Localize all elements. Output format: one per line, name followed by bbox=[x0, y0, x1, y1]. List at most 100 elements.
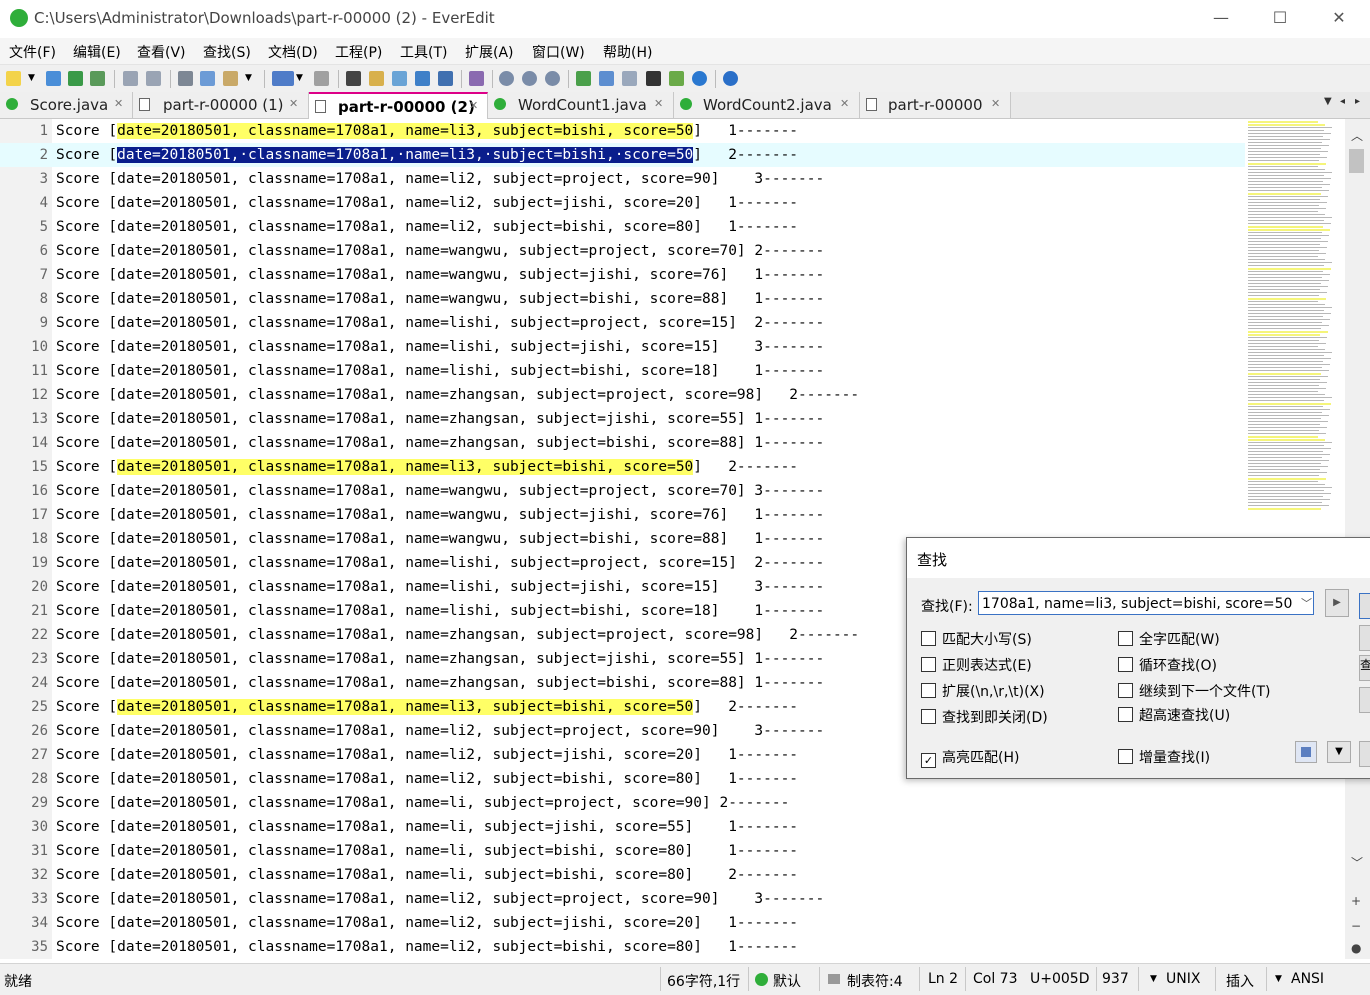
cut-icon[interactable] bbox=[178, 71, 193, 86]
wrap-icon[interactable] bbox=[272, 71, 294, 86]
undo-icon[interactable] bbox=[123, 71, 138, 86]
editor-line[interactable]: 13 Score [date=20180501, classname=1708a1… bbox=[0, 407, 1245, 431]
menu-edit[interactable]: 编辑(E) bbox=[73, 42, 121, 62]
zoom-in-icon[interactable]: + bbox=[1351, 894, 1361, 908]
redo-icon[interactable] bbox=[146, 71, 161, 86]
editor-line[interactable]: 2 Score [date=20180501,·classname=1708a1,… bbox=[0, 143, 1245, 167]
checkbox[interactable] bbox=[1118, 657, 1133, 672]
find-options-arrow-icon[interactable]: ▶ bbox=[1325, 589, 1349, 617]
checkbox[interactable] bbox=[1118, 749, 1133, 764]
editor-line[interactable]: 1 Score [date=20180501, classname=1708a1,… bbox=[0, 119, 1245, 143]
find-in-files-icon[interactable] bbox=[392, 71, 407, 86]
option-ultra-fast[interactable]: 超高速查找(U) bbox=[1118, 705, 1230, 725]
mark-icon[interactable] bbox=[1295, 741, 1317, 763]
mark-dropdown-icon[interactable]: ▼ bbox=[1327, 741, 1351, 763]
status-tab-size[interactable]: 制表符:4 bbox=[847, 971, 903, 991]
editor-line[interactable]: 31 Score [date=20180501, classname=1708a1… bbox=[0, 839, 1245, 863]
new-file-icon[interactable] bbox=[6, 71, 21, 86]
editor-line[interactable]: 17 Score [date=20180501, classname=1708a1… bbox=[0, 503, 1245, 527]
replace-icon[interactable] bbox=[369, 71, 384, 86]
menu-document[interactable]: 文档(D) bbox=[268, 42, 318, 62]
wrap-dropdown-icon[interactable]: ▼ bbox=[296, 73, 311, 88]
option-extended[interactable]: 扩展(\n,\r,\t)(X) bbox=[921, 681, 1045, 701]
checkbox[interactable] bbox=[921, 657, 936, 672]
tab-score-java[interactable]: Score.java ✕ bbox=[0, 92, 133, 118]
editor-line[interactable]: 29 Score [date=20180501, classname=1708a1… bbox=[0, 791, 1245, 815]
bookmark-icon[interactable] bbox=[415, 71, 430, 86]
tab-part-r-00000[interactable]: part-r-00000 ✕ bbox=[860, 92, 1011, 118]
checkbox[interactable] bbox=[1118, 631, 1133, 646]
option-highlight-matches[interactable]: ✓ 高亮匹配(H) bbox=[921, 747, 1019, 768]
checkbox[interactable] bbox=[921, 709, 936, 724]
editor-line[interactable]: 4 Score [date=20180501, classname=1708a1,… bbox=[0, 191, 1245, 215]
open-file-icon[interactable] bbox=[46, 71, 61, 86]
panel-icon[interactable] bbox=[599, 71, 614, 86]
tab-close-icon[interactable]: ✕ bbox=[840, 97, 849, 110]
eol-dropdown-icon[interactable]: ▼ bbox=[1150, 974, 1157, 984]
help-icon[interactable] bbox=[723, 71, 738, 86]
document-map-icon[interactable] bbox=[314, 71, 329, 86]
record-icon[interactable] bbox=[499, 71, 514, 86]
zoom-out-icon[interactable]: − bbox=[1351, 919, 1361, 933]
tab-wordcount1-java[interactable]: WordCount1.java ✕ bbox=[488, 92, 674, 118]
macro-icon[interactable] bbox=[469, 71, 484, 86]
status-insert-mode[interactable]: 插入 bbox=[1226, 971, 1254, 991]
find-next-button[interactable] bbox=[1359, 593, 1370, 619]
find-input[interactable]: 1708a1, name=li3, subject=bishi, score=5… bbox=[978, 591, 1314, 615]
close-button[interactable]: ✕ bbox=[1316, 4, 1362, 32]
find-prev-button[interactable] bbox=[1359, 625, 1370, 651]
option-regex[interactable]: 正则表达式(E) bbox=[921, 655, 1032, 675]
editor-line[interactable]: 12 Score [date=20180501, classname=1708a1… bbox=[0, 383, 1245, 407]
menu-project[interactable]: 工程(P) bbox=[335, 42, 382, 62]
paste-icon[interactable] bbox=[223, 71, 238, 86]
menu-help[interactable]: 帮助(H) bbox=[603, 42, 652, 62]
tab-close-icon[interactable]: ✕ bbox=[289, 97, 298, 110]
editor-line[interactable]: 8 Score [date=20180501, classname=1708a1,… bbox=[0, 287, 1245, 311]
tab-close-icon[interactable]: ✕ bbox=[469, 99, 478, 112]
checkbox[interactable] bbox=[921, 683, 936, 698]
editor-line[interactable]: 3 Score [date=20180501, classname=1708a1,… bbox=[0, 167, 1245, 191]
editor-line[interactable]: 34 Score [date=20180501, classname=1708a1… bbox=[0, 911, 1245, 935]
option-match-case[interactable]: 匹配大小写(S) bbox=[921, 629, 1032, 649]
maximize-button[interactable]: ☐ bbox=[1257, 4, 1303, 32]
goto-icon[interactable] bbox=[438, 71, 453, 86]
editor-line[interactable]: 16 Score [date=20180501, classname=1708a1… bbox=[0, 479, 1245, 503]
tree-icon[interactable] bbox=[576, 71, 591, 86]
find-all-button[interactable]: 查 bbox=[1359, 655, 1370, 681]
editor-line[interactable]: 11 Score [date=20180501, classname=1708a1… bbox=[0, 359, 1245, 383]
grid-icon[interactable] bbox=[669, 71, 684, 86]
console-icon[interactable] bbox=[646, 71, 661, 86]
option-whole-word[interactable]: 全字匹配(W) bbox=[1118, 629, 1220, 649]
find-icon[interactable] bbox=[346, 71, 361, 86]
editor-line[interactable]: 30 Score [date=20180501, classname=1708a1… bbox=[0, 815, 1245, 839]
tab-wordcount2-java[interactable]: WordCount2.java ✕ bbox=[674, 92, 860, 118]
checkbox[interactable] bbox=[1118, 707, 1133, 722]
encoding-dropdown-icon[interactable]: ▼ bbox=[1275, 974, 1282, 984]
editor-line[interactable]: 9 Score [date=20180501, classname=1708a1,… bbox=[0, 311, 1245, 335]
tab-close-icon[interactable]: ✕ bbox=[991, 97, 1000, 110]
editor-line[interactable]: 10 Score [date=20180501, classname=1708a1… bbox=[0, 335, 1245, 359]
scroll-thumb[interactable] bbox=[1349, 149, 1364, 173]
tab-part-r-00000-1[interactable]: part-r-00000 (1) ✕ bbox=[133, 92, 309, 118]
editor-line[interactable]: 35 Score [date=20180501, classname=1708a1… bbox=[0, 935, 1245, 959]
editor-line[interactable]: 32 Score [date=20180501, classname=1708a1… bbox=[0, 863, 1245, 887]
editor-line[interactable]: 33 Score [date=20180501, classname=1708a1… bbox=[0, 887, 1245, 911]
editor-line[interactable]: 7 Score [date=20180501, classname=1708a1,… bbox=[0, 263, 1245, 287]
tab-part-r-00000-2[interactable]: part-r-00000 (2) ✕ bbox=[309, 92, 488, 119]
play-icon[interactable] bbox=[522, 71, 537, 86]
tab-close-icon[interactable]: ✕ bbox=[114, 97, 123, 110]
find-menu-button[interactable] bbox=[1359, 741, 1370, 767]
editor-line[interactable]: 14 Score [date=20180501, classname=1708a1… bbox=[0, 431, 1245, 455]
checkbox[interactable] bbox=[1118, 683, 1133, 698]
menu-view[interactable]: 查看(V) bbox=[137, 42, 186, 62]
zoom-reset-icon[interactable]: ● bbox=[1351, 941, 1361, 955]
menu-window[interactable]: 窗口(W) bbox=[532, 42, 585, 62]
tab-close-icon[interactable]: ✕ bbox=[654, 97, 663, 110]
play-multiple-icon[interactable] bbox=[545, 71, 560, 86]
tab-list-icon[interactable]: ▼ bbox=[1324, 96, 1332, 107]
scroll-down-icon[interactable]: ﹀ bbox=[1351, 854, 1363, 871]
status-encoding[interactable]: ANSI bbox=[1291, 971, 1324, 987]
browser-icon[interactable] bbox=[692, 71, 707, 86]
status-syntax-scheme[interactable]: 默认 bbox=[773, 971, 801, 991]
save-all-icon[interactable] bbox=[90, 71, 105, 86]
